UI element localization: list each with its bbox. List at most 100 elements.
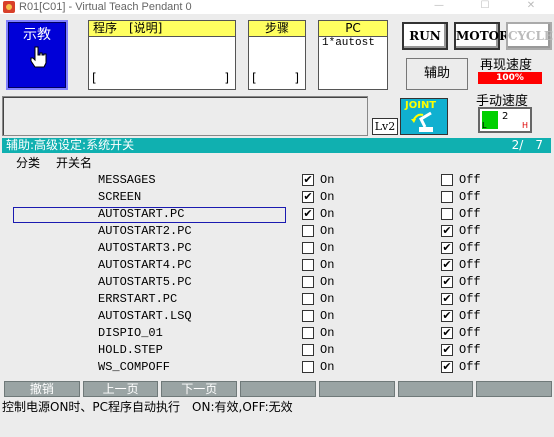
off-label: Off [459, 207, 481, 221]
column-category: 分类 [16, 156, 41, 170]
run-button[interactable]: RUN [402, 22, 448, 50]
off-checkbox[interactable]: ✔ [441, 293, 453, 305]
on-checkbox[interactable] [302, 225, 314, 237]
list-item[interactable]: MESSAGES ✔ On Off [0, 172, 554, 189]
pc-header: PC [319, 21, 387, 37]
on-label: On [320, 258, 335, 272]
on-checkbox[interactable]: ✔ [302, 174, 314, 186]
program-bracket-right: ] [224, 71, 229, 85]
on-label: On [320, 207, 335, 221]
level-indicator[interactable]: Lv2 [372, 118, 398, 135]
list-item[interactable]: AUTOSTART4.PC On ✔ Off [0, 257, 554, 274]
page-indicator: 2/ 7 [511, 138, 543, 152]
on-label: On [320, 241, 335, 255]
switch-name: AUTOSTART4.PC [98, 258, 192, 272]
pc-box[interactable]: PC 1*autost [318, 20, 388, 90]
cycle-button[interactable]: CYCLE [506, 22, 553, 50]
undo-button[interactable]: 撤销 [4, 381, 80, 397]
next-page-button[interactable]: 下一页 [161, 381, 238, 397]
on-label: On [320, 326, 335, 340]
list-item[interactable]: DISPIO_01 On ✔ Off [0, 325, 554, 342]
off-label: Off [459, 292, 481, 306]
on-label: On [320, 173, 335, 187]
on-label: On [320, 275, 335, 289]
on-checkbox[interactable] [302, 344, 314, 356]
off-checkbox[interactable]: ✔ [441, 225, 453, 237]
joint-mode-button[interactable]: JOINT [400, 98, 448, 135]
close-button[interactable]: ✕ [508, 0, 554, 14]
list-item[interactable]: AUTOSTART.LSQ On ✔ Off [0, 308, 554, 325]
on-label: On [320, 360, 335, 374]
off-label: Off [459, 241, 481, 255]
off-checkbox[interactable]: ✔ [441, 344, 453, 356]
maximize-button[interactable]: ☐ [462, 0, 508, 14]
window-titlebar: R01[C01] - Virtual Teach Pendant 0 — ☐ ✕ [0, 0, 554, 14]
function-key-5[interactable] [318, 381, 395, 397]
pc-value: 1*autost [322, 37, 375, 49]
off-checkbox[interactable] [441, 174, 453, 186]
switch-name: AUTOSTART5.PC [98, 275, 192, 289]
switch-name: WS_COMPOFF [98, 360, 171, 374]
minimize-button[interactable]: — [416, 0, 462, 14]
switch-name: HOLD.STEP [98, 343, 163, 357]
on-checkbox[interactable] [302, 327, 314, 339]
on-checkbox[interactable] [302, 259, 314, 271]
step-box[interactable]: 步骤 [ ] [248, 20, 306, 90]
list-item[interactable]: HOLD.STEP On ✔ Off [0, 342, 554, 359]
aux-button[interactable]: 辅助 [406, 58, 468, 90]
switch-name: SCREEN [98, 190, 142, 204]
on-label: On [320, 224, 335, 238]
off-checkbox[interactable]: ✔ [441, 259, 453, 271]
off-label: Off [459, 360, 481, 374]
off-checkbox[interactable]: ✔ [441, 242, 453, 254]
function-key-6[interactable] [397, 381, 474, 397]
step-bracket-right: ] [294, 71, 299, 85]
on-checkbox[interactable] [302, 293, 314, 305]
off-label: Off [459, 258, 481, 272]
list-item[interactable]: AUTOSTART2.PC On ✔ Off [0, 223, 554, 240]
function-key-bar: 撤销 上一页 下一页 [4, 381, 553, 397]
off-checkbox[interactable]: ✔ [441, 310, 453, 322]
program-bracket-left: [ [92, 71, 97, 85]
switch-name: AUTOSTART.PC [98, 207, 185, 221]
list-item[interactable]: WS_COMPOFF On ✔ Off [0, 359, 554, 376]
on-checkbox[interactable]: ✔ [302, 208, 314, 220]
program-box[interactable]: 程序 [说明] [ ] [88, 20, 236, 90]
list-item[interactable]: AUTOSTART3.PC On ✔ Off [0, 240, 554, 257]
off-checkbox[interactable] [441, 191, 453, 203]
teach-label: 示教 [23, 27, 51, 43]
list-item[interactable]: AUTOSTART5.PC On ✔ Off [0, 274, 554, 291]
on-checkbox[interactable] [302, 361, 314, 373]
off-checkbox[interactable] [441, 208, 453, 220]
manual-speed-high: H [521, 121, 528, 130]
robot-arm-icon [411, 111, 433, 132]
on-checkbox[interactable] [302, 276, 314, 288]
on-checkbox[interactable]: ✔ [302, 191, 314, 203]
off-checkbox[interactable]: ✔ [441, 327, 453, 339]
app-icon [3, 1, 15, 13]
list-item-selected[interactable]: AUTOSTART.PC ✔ On Off [0, 206, 554, 223]
function-key-7[interactable] [476, 381, 553, 397]
screen-header: 辅助:高级设定:系统开关 2/ 7 [2, 138, 551, 153]
on-checkbox[interactable] [302, 242, 314, 254]
step-bracket-left: [ [252, 71, 257, 85]
function-key-4[interactable] [240, 381, 316, 397]
off-checkbox[interactable]: ✔ [441, 276, 453, 288]
switch-name: AUTOSTART3.PC [98, 241, 192, 255]
switch-name: DISPIO_01 [98, 326, 163, 340]
manual-speed-indicator[interactable]: 2 L H [478, 107, 532, 133]
step-header: 步骤 [249, 21, 305, 37]
off-label: Off [459, 190, 481, 204]
prev-page-button[interactable]: 上一页 [82, 381, 159, 397]
repeat-speed-bar[interactable]: 100% [478, 72, 542, 84]
off-checkbox[interactable]: ✔ [441, 361, 453, 373]
program-header: 程序 [说明] [89, 21, 235, 37]
motor-button[interactable]: MOTOR [454, 22, 509, 50]
message-area [2, 96, 368, 136]
teach-mode-button[interactable]: 示教 [6, 20, 68, 90]
list-item[interactable]: ERRSTART.PC On ✔ Off [0, 291, 554, 308]
off-label: Off [459, 224, 481, 238]
on-checkbox[interactable] [302, 310, 314, 322]
list-item[interactable]: SCREEN ✔ On Off [0, 189, 554, 206]
window-title: R01[C01] - Virtual Teach Pendant 0 [19, 1, 192, 13]
